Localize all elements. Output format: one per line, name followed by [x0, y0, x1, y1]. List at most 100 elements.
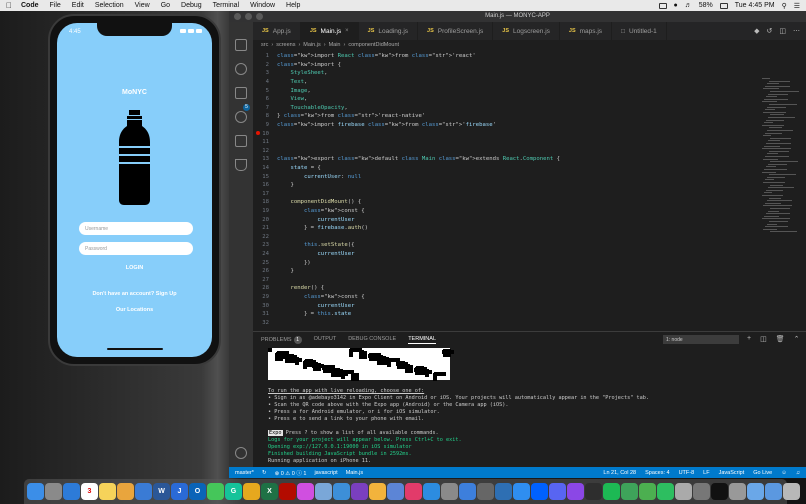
username-input[interactable]: Username — [79, 222, 193, 235]
source-control-icon[interactable] — [235, 87, 247, 99]
trash-icon[interactable]: 🗑 — [776, 335, 785, 343]
indentation[interactable]: Spaces: 4 — [645, 470, 669, 476]
menu-window[interactable]: Window — [250, 2, 275, 9]
sync-icon[interactable]: ↻ — [262, 470, 267, 476]
encoding[interactable]: UTF-8 — [679, 470, 695, 476]
dock-folder-icon[interactable] — [747, 483, 764, 500]
dock-iterm-icon[interactable] — [711, 483, 728, 500]
explorer-icon[interactable] — [235, 39, 247, 51]
code-line[interactable]: 22 — [253, 233, 743, 242]
more-actions-icon[interactable]: ⋯ — [793, 27, 800, 35]
dock-preview-icon[interactable] — [315, 483, 332, 500]
terminal-select[interactable]: 1: node — [663, 335, 739, 344]
problems-status[interactable]: ⊗ 0 ⚠ 0 ⓘ 1 — [275, 469, 307, 477]
dock-xcode-icon[interactable] — [333, 483, 350, 500]
dock-printer-icon[interactable] — [675, 483, 692, 500]
dock-messenger-icon[interactable] — [567, 483, 584, 500]
language-mode[interactable]: JavaScript — [719, 470, 745, 476]
dock-dropbox-icon[interactable] — [531, 483, 548, 500]
tab-profilescreen-js[interactable]: JS ProfileScreen.js — [418, 22, 494, 40]
code-line[interactable]: 3 StyleSheet, — [253, 69, 743, 78]
code-line[interactable]: 13 class="kw">export class="kw">default c… — [253, 155, 743, 164]
search-icon[interactable]: ⚲ — [782, 2, 787, 10]
dock-finder-icon[interactable] — [27, 483, 44, 500]
menu-app-name[interactable]: Code — [21, 2, 39, 9]
login-button[interactable]: LOGIN — [57, 265, 212, 271]
search-icon[interactable] — [235, 63, 247, 75]
dock-launchpad-icon[interactable] — [45, 483, 62, 500]
dock-archive-icon[interactable] — [729, 483, 746, 500]
code-line[interactable]: 11 — [253, 138, 743, 147]
dock-spotify-icon[interactable] — [603, 483, 620, 500]
test-flask-icon[interactable] — [235, 159, 247, 171]
code-line[interactable]: 4 Text, — [253, 78, 743, 87]
dock-jira-icon[interactable]: J — [171, 483, 188, 500]
battery-percent[interactable]: 58% — [699, 2, 713, 9]
clock[interactable]: Tue 4:45 PM — [735, 2, 775, 9]
code-line[interactable]: 2 class="kw">import { — [253, 61, 743, 70]
tab-untitled-1[interactable]: □ Untitled-1 — [612, 22, 667, 40]
home-indicator[interactable] — [107, 348, 163, 350]
code-line[interactable]: 14 state = { — [253, 164, 743, 173]
split-terminal-icon[interactable]: ◫ — [760, 335, 767, 343]
debug-icon[interactable] — [235, 111, 247, 123]
breadcrumb-method[interactable]: componentDidMount — [348, 42, 399, 48]
breadcrumb-src[interactable]: src — [261, 42, 268, 48]
code-line[interactable]: 21 } = firebase.auth() — [253, 224, 743, 233]
code-line[interactable]: 1 class="kw">import React class="kw">from… — [253, 52, 743, 61]
dock-sketch-icon[interactable] — [369, 483, 386, 500]
dock-discord-icon[interactable] — [549, 483, 566, 500]
code-line[interactable]: 26 } — [253, 267, 743, 276]
code-line[interactable]: 9 class="kw">import firebase class="kw">f… — [253, 121, 743, 130]
dock-excel-icon[interactable]: X — [261, 483, 278, 500]
dock-downloads-icon[interactable] — [765, 483, 782, 500]
volume-icon[interactable]: ♬ — [685, 2, 692, 9]
tab-debug-console[interactable]: DEBUG CONSOLE — [348, 336, 396, 344]
dock-tools-icon[interactable] — [387, 483, 404, 500]
cursor-position[interactable]: Ln 21, Col 28 — [603, 470, 636, 476]
dock-messages-icon[interactable] — [207, 483, 224, 500]
battery-icon[interactable] — [719, 2, 728, 9]
dock-vmware-icon[interactable] — [477, 483, 494, 500]
dock-mail-icon[interactable] — [135, 483, 152, 500]
code-line[interactable]: 7 TouchableOpacity, — [253, 104, 743, 113]
code-line[interactable]: 12 — [253, 147, 743, 156]
dock-trash-icon[interactable] — [783, 483, 800, 500]
tab-app-js[interactable]: JS App.js — [253, 22, 301, 40]
code-line[interactable]: 25 }) — [253, 258, 743, 267]
signup-link[interactable]: Don't have an account? Sign Up — [57, 291, 212, 297]
menu-help[interactable]: Help — [286, 2, 300, 9]
breadcrumb-screens[interactable]: screens — [276, 42, 295, 48]
language-mode-left[interactable]: javascript — [314, 470, 337, 476]
bell-icon[interactable]: ♫ — [796, 470, 800, 476]
gear-icon[interactable] — [235, 447, 247, 459]
code-line[interactable]: 27 — [253, 276, 743, 285]
code-line[interactable]: 24 currentUser — [253, 250, 743, 259]
dock-intellij-icon[interactable] — [405, 483, 422, 500]
tab-logscreen-js[interactable]: JS Logscreen.js — [493, 22, 560, 40]
dock-virtualbox-icon[interactable] — [495, 483, 512, 500]
code-line[interactable]: 19 class="kw">const { — [253, 207, 743, 216]
dock-chrome-icon[interactable] — [243, 483, 260, 500]
tab-main-js[interactable]: JS Main.js × — [300, 22, 359, 40]
menu-terminal[interactable]: Terminal — [213, 2, 239, 9]
close-icon[interactable]: × — [345, 28, 349, 34]
compare-icon[interactable]: ◆ — [754, 27, 759, 35]
code-line[interactable]: 8} class="kw">from class="str">'react-na… — [253, 112, 743, 121]
minimap[interactable] — [762, 78, 802, 238]
display-icon[interactable] — [658, 2, 667, 9]
code-line[interactable]: 15 currentUser: null — [253, 172, 743, 181]
dock-appstore-icon[interactable] — [513, 483, 530, 500]
menu-go[interactable]: Go — [161, 2, 170, 9]
split-editor-icon[interactable]: ◫ — [779, 27, 786, 35]
menu-file[interactable]: File — [50, 2, 61, 9]
dock-photos-icon[interactable] — [117, 483, 134, 500]
dock-vscode-icon[interactable] — [423, 483, 440, 500]
dock-safari-icon[interactable] — [63, 483, 80, 500]
code-line[interactable]: 29 class="kw">const { — [253, 293, 743, 302]
line-ending[interactable]: LF — [703, 470, 709, 476]
dock-word-icon[interactable]: W — [153, 483, 170, 500]
code-line[interactable]: 28 render() { — [253, 284, 743, 293]
code-line[interactable]: 20 currentUser — [253, 215, 743, 224]
apple-icon[interactable]:  — [6, 1, 12, 10]
